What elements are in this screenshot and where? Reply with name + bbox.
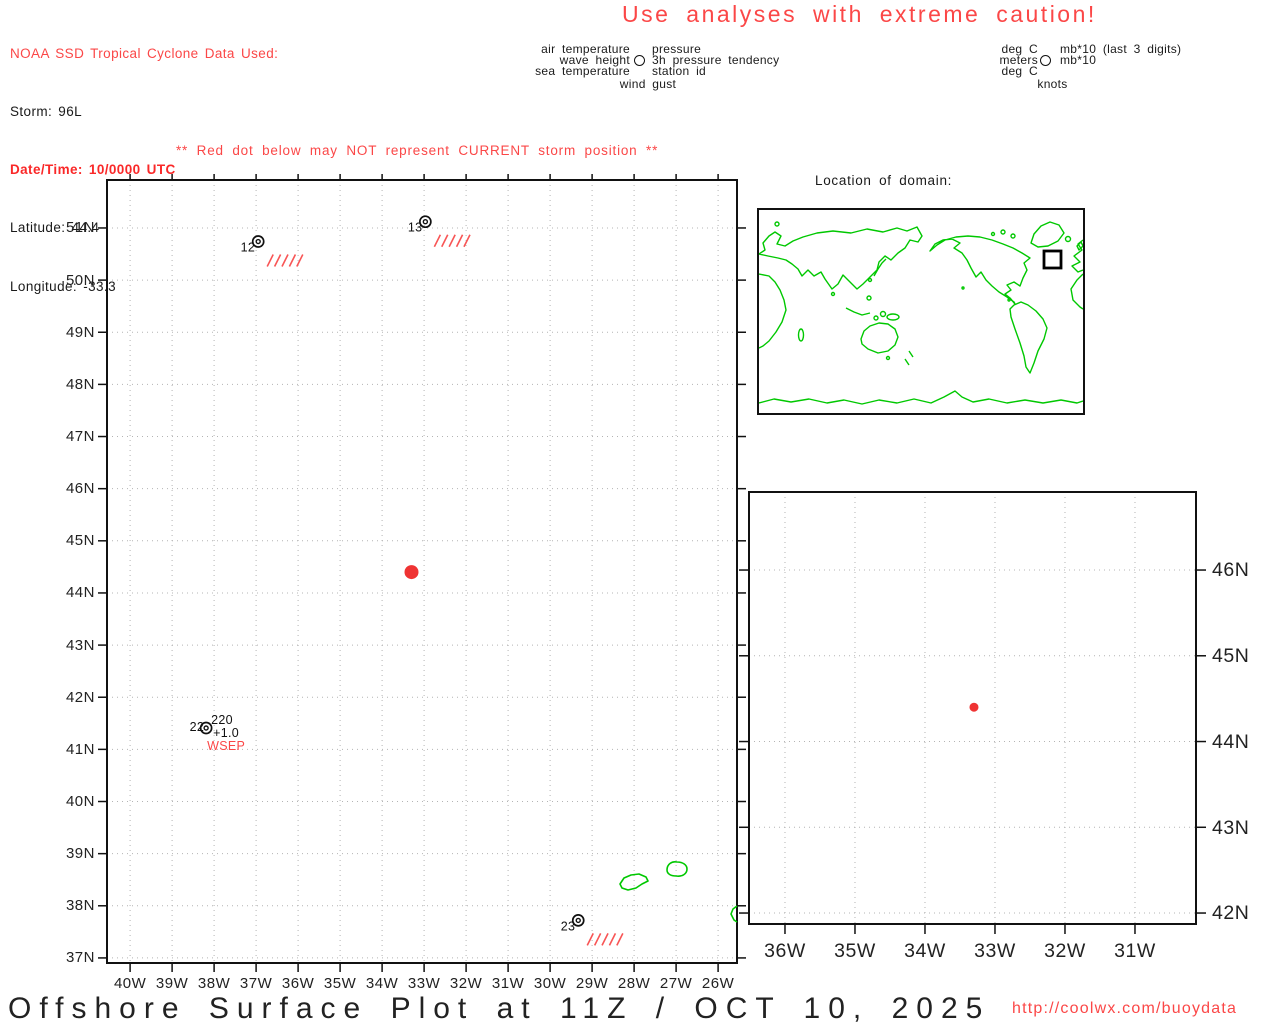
unit-mb10: mb*10 (1060, 53, 1097, 67)
lon-tick-label: 32W (1044, 940, 1086, 962)
inset-title: Location of domain: (815, 173, 953, 188)
lat-tick-label: 42N (1212, 902, 1250, 925)
units-legend-right-col: mb*10 (last 3 digits) mb*10 (1060, 43, 1181, 67)
station-plot: 22 220+1.0WSEP (190, 713, 245, 753)
lat-tick-label: 43N (65, 636, 95, 654)
missing-data-hatch (441, 234, 449, 248)
world-map-svg (759, 221, 1083, 405)
lat-tick-label: 48N (65, 375, 95, 393)
storm-position-dot (969, 702, 979, 712)
missing-data-hatch (593, 933, 602, 946)
red-dot-warning: ** Red dot below may NOT represent CURRE… (176, 143, 659, 158)
lat-tick-label: 44N (1212, 730, 1250, 753)
storm-datetime: Date/Time: 10/0000 UTC (10, 162, 176, 178)
lat-tick-label: 45N (1212, 645, 1250, 668)
world-coastlines (759, 221, 1083, 405)
main_map-svg: 12 13 22 220+1.0WSEP 23 (98, 174, 746, 972)
lat-tick-label: 40N (65, 793, 95, 810)
domain-rectangle (1042, 249, 1063, 270)
lat-tick-label: 47N (65, 428, 95, 446)
station-air-temp: 23 (561, 919, 576, 933)
caution-banner: Use analyses with extreme caution! (622, 1, 1097, 27)
storm-name: Storm: 96L (10, 104, 83, 120)
lat-tick-label: 51N (65, 219, 95, 237)
missing-data-hatch (266, 254, 274, 267)
azores-coastline (619, 861, 738, 923)
lon-tick-label: 34W (904, 940, 946, 962)
unit-knots: knots (1037, 77, 1068, 91)
zoom_map-svg (739, 491, 1206, 934)
station-circle-icon (1040, 55, 1051, 66)
storm-position-dot (404, 565, 419, 580)
lat-tick-label: 43N (1212, 816, 1250, 839)
units-legend-left-col: deg C meters deg C (838, 43, 1038, 78)
domain-inset-map (757, 208, 1085, 415)
lat-tick-label: 41N (65, 740, 95, 758)
station-pressure: 220 (211, 713, 233, 727)
station-plot: 12 (241, 235, 304, 267)
lat-tick-label: 44N (65, 584, 95, 602)
missing-data-hatch (433, 234, 442, 248)
zoom-map-plot: 36W 35W 34W 33W 32W 31W 46N 45N 44N 43N 42N (739, 491, 1249, 962)
lon-tick-label: 26W (701, 975, 735, 992)
station-circle-icon (634, 55, 645, 66)
station-legend-left-col: air temperature wave height sea temperat… (430, 43, 630, 78)
lat-tick-label: 45N (65, 532, 95, 550)
missing-data-hatch (288, 254, 297, 267)
lat-tick-label: 49N (65, 323, 95, 341)
station-air-temp: 22 (190, 720, 205, 734)
lat-tick-label: 37N (65, 949, 95, 967)
buoydata-link[interactable]: http://coolwx.com/buoydata (1012, 1000, 1237, 1018)
missing-data-hatch (601, 933, 609, 946)
missing-data-hatch (455, 234, 464, 248)
lat-tick-label: 42N (65, 688, 95, 706)
lat-tick-label: 38N (65, 897, 95, 915)
lat-tick-label: 50N (65, 271, 95, 289)
missing-data-hatch (586, 933, 594, 946)
station-pressure-tendency: +1.0 (213, 726, 239, 740)
missing-data-hatch (616, 933, 624, 946)
station-air-temp: 13 (408, 221, 423, 235)
lat-tick-label: 46N (1212, 559, 1250, 582)
legend-wind-gust: wind gust (619, 77, 677, 91)
missing-data-hatch (281, 254, 289, 267)
lon-tick-label: 31W (1114, 940, 1156, 962)
main-map-plot: 12 13 22 220 +1.0 WSEP 23 40W 39W 38W 37W 36W 35W 34W… (66, 174, 746, 992)
legend-station-id: station id (652, 64, 707, 78)
missing-data-hatch (608, 933, 617, 946)
lon-tick-label: 33W (974, 940, 1016, 962)
unit-deg-c-sea: deg C (1001, 64, 1038, 78)
missing-data-hatch (463, 234, 471, 248)
station-id: WSEP (207, 739, 245, 753)
lat-tick-label: 39N (65, 845, 95, 863)
missing-data-hatch (448, 234, 456, 248)
lon-tick-label: 36W (764, 940, 806, 962)
page-title: Offshore Surface Plot at 11Z / OCT 10, 2… (8, 992, 991, 1025)
station-plot: 13 (408, 215, 471, 248)
station-air-temp: 12 (241, 241, 256, 255)
lat-tick-label: 46N (65, 480, 95, 498)
storm-info-title: NOAA SSD Tropical Cyclone Data Used: (10, 45, 279, 61)
legend-sea-temperature: sea temperature (535, 64, 630, 78)
lon-tick-label: 35W (834, 940, 876, 962)
station-legend-right-col: pressure 3h pressure tendency station id (652, 43, 779, 78)
missing-data-hatch (273, 254, 282, 267)
